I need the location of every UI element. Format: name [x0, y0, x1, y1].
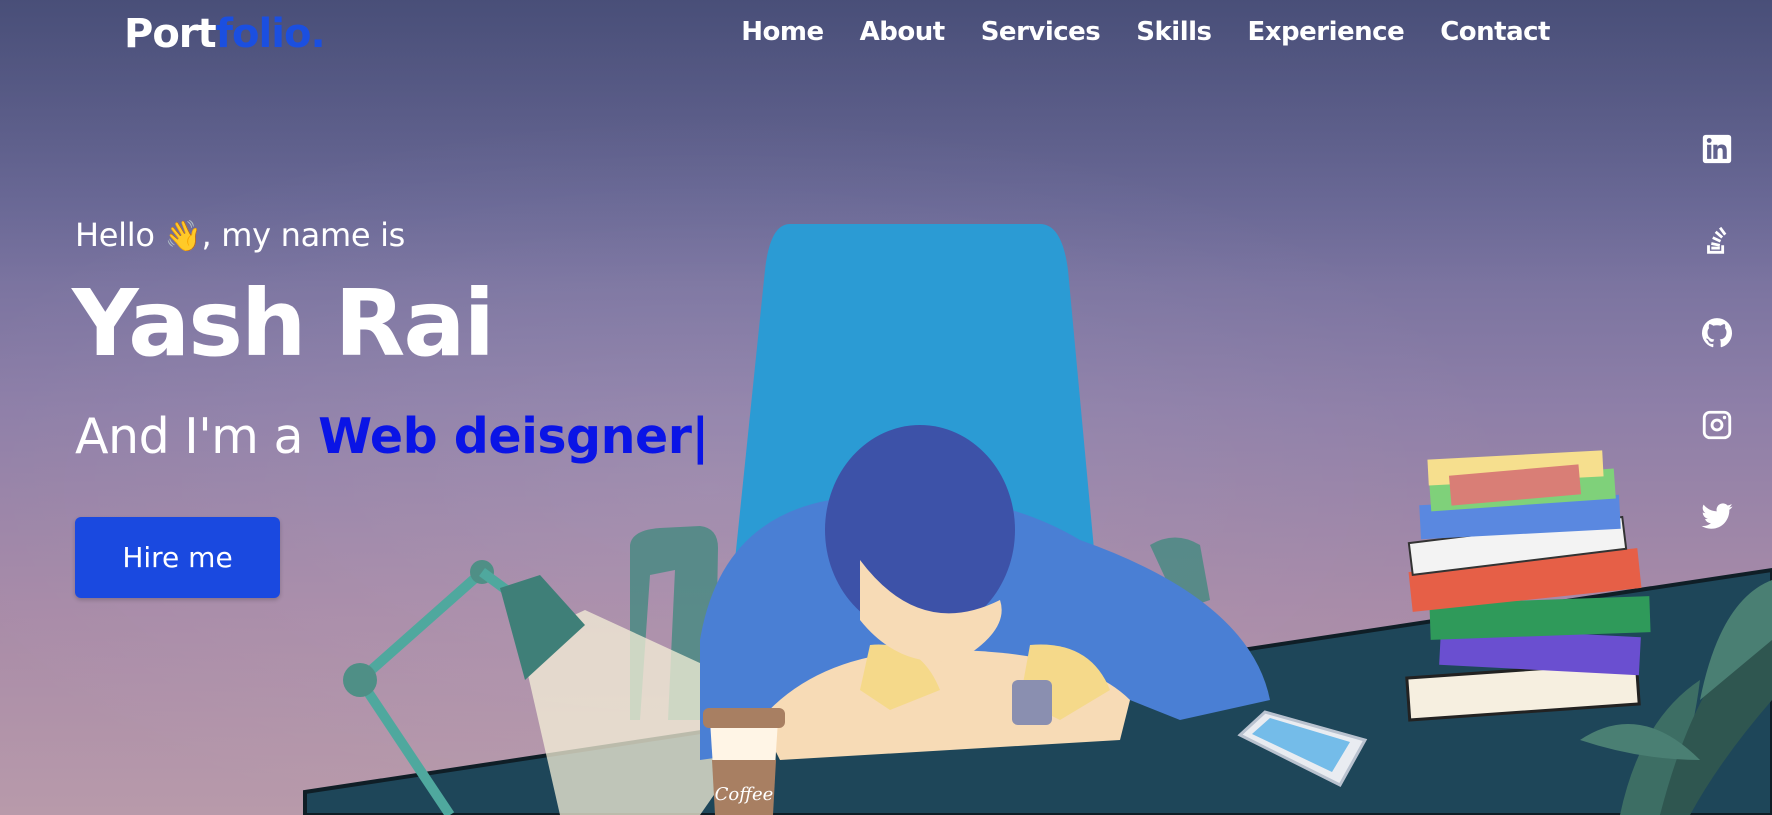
- phone: [1237, 710, 1368, 787]
- instagram-icon[interactable]: [1700, 408, 1734, 442]
- hero-role: And I'm a Web deisgner|: [75, 408, 775, 465]
- book-stack: [1405, 450, 1651, 722]
- greeting-text: Hello: [75, 216, 165, 254]
- nav-link-about[interactable]: About: [860, 17, 946, 47]
- logo-text-primary: Port: [124, 11, 217, 57]
- hero-greeting: Hello 👋, my name is: [75, 216, 775, 254]
- desk: [303, 567, 1772, 815]
- waving-hand-icon: 👋: [164, 219, 202, 254]
- desk-lamp: [343, 560, 585, 815]
- site-header: Portfolio. Home About Services Skills Ex…: [0, 0, 1772, 70]
- coffee-label: Coffee: [715, 784, 774, 805]
- nav-link-contact[interactable]: Contact: [1440, 17, 1550, 47]
- site-logo[interactable]: Portfolio.: [124, 11, 326, 57]
- chair-back: [735, 224, 1095, 560]
- coffee-cup: Coffee: [703, 708, 785, 815]
- hire-me-button[interactable]: Hire me: [75, 517, 280, 598]
- lamp-light: [520, 610, 780, 815]
- plant: [1580, 580, 1772, 815]
- twitter-icon[interactable]: [1700, 500, 1734, 534]
- role-typed-text: Web deisgner|: [318, 408, 709, 465]
- chair-arm-left: [630, 526, 718, 720]
- social-links: [1700, 132, 1736, 592]
- hero-name: Yash Rai: [72, 270, 495, 377]
- sleeping-person: [700, 425, 1270, 760]
- chair-arm-right: [1150, 537, 1210, 610]
- stackoverflow-icon[interactable]: [1700, 224, 1734, 258]
- nav-link-skills[interactable]: Skills: [1136, 17, 1212, 47]
- github-icon[interactable]: [1700, 316, 1734, 350]
- role-prefix: And I'm a: [75, 408, 319, 465]
- hero-section: Hello 👋, my name is Yash Rai And I'm a W…: [72, 216, 775, 465]
- greeting-suffix: , my name is: [201, 216, 406, 254]
- nav-link-services[interactable]: Services: [981, 17, 1101, 47]
- nav-link-home[interactable]: Home: [741, 17, 824, 47]
- nav-link-experience[interactable]: Experience: [1248, 17, 1405, 47]
- logo-text-accent: folio.: [215, 11, 326, 57]
- main-nav: Home About Services Skills Experience Co…: [741, 17, 1550, 47]
- linkedin-icon[interactable]: [1700, 132, 1734, 166]
